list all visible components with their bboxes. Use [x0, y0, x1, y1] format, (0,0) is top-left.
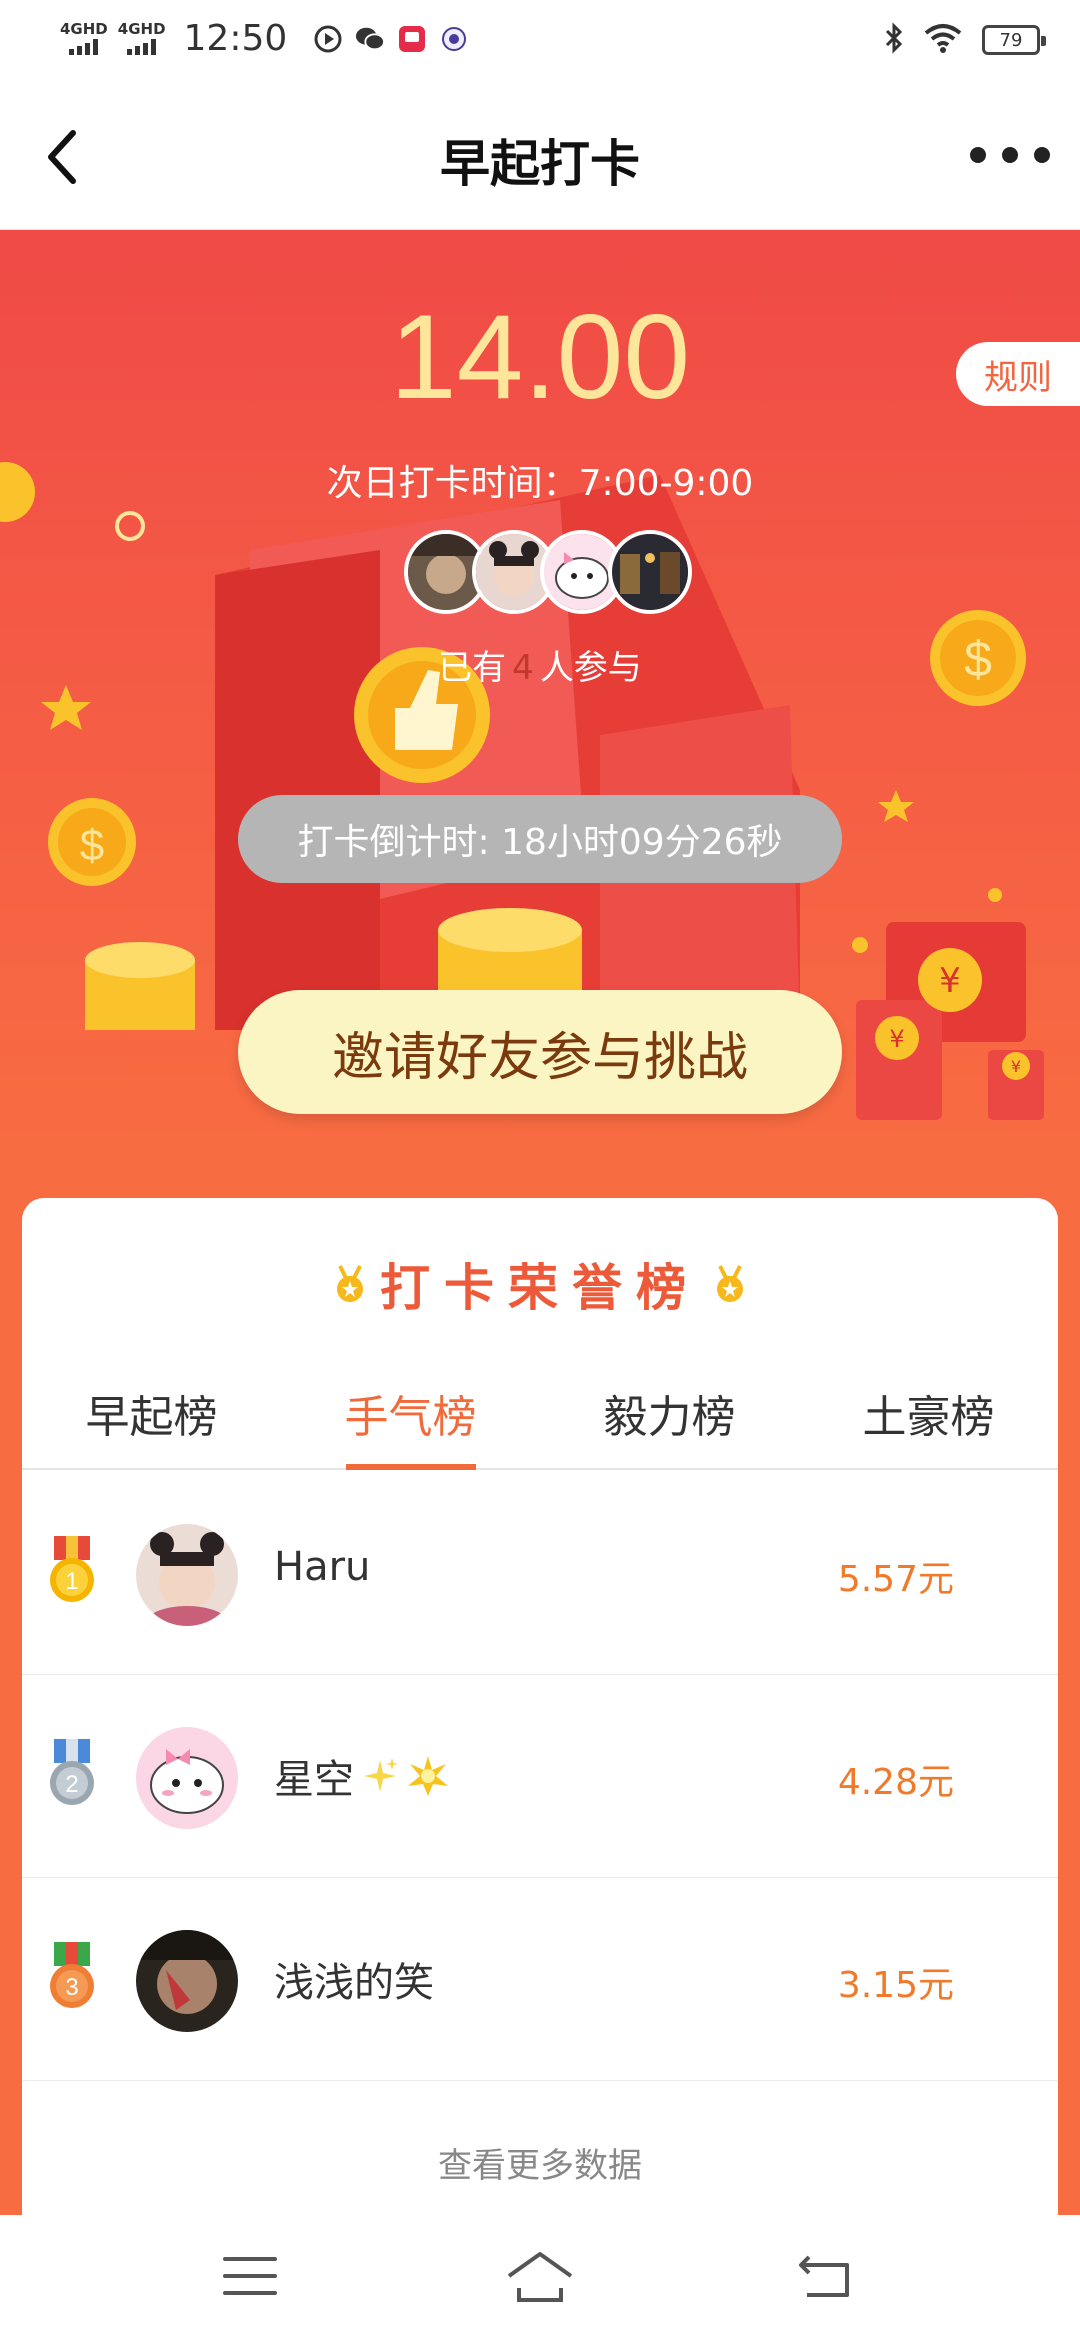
participants-count: 已有 4 人参与 [0, 640, 1080, 689]
rank-name: Haru [274, 1544, 370, 1590]
battery-level: 79 [999, 29, 1023, 51]
status-bar: 4GHD 4GHD 12:50 79 [0, 0, 1080, 84]
back-nav-button[interactable] [785, 2241, 865, 2311]
rank-amount: 4.28元 [837, 1762, 954, 1803]
rank-name-text: Haru [274, 1544, 371, 1590]
prize-amount: 14.00 [389, 290, 691, 424]
page-title: 早起打卡 [440, 135, 640, 193]
rules-button[interactable]: 规则 [956, 342, 1080, 406]
silver-medal-icon: 2 [46, 1739, 98, 1815]
signal-label: 4GHD [117, 20, 166, 38]
rank-name: 星空 [274, 1747, 450, 1805]
app-icon [397, 24, 427, 54]
leaderboard-tabs: 早起榜 手气榜 毅力榜 土豪榜 [22, 1358, 1058, 1470]
svg-text:¥: ¥ [1011, 1057, 1021, 1076]
gold-medal-icon: 1 [46, 1536, 98, 1612]
star-burst-icon [408, 1756, 448, 1796]
next-checkin-time: 次日打卡时间：7:00-9:00 [326, 463, 754, 504]
rank-name: 浅浅的笑 [274, 1950, 434, 2008]
medal-icon [717, 1265, 743, 1302]
home-button[interactable] [500, 2241, 580, 2311]
hero-banner: $ $ ¥ ¥ ¥ 14.00 规则 次日打卡时间：7:00-9:00 已有 4… [0, 230, 1080, 1150]
status-left: 4GHD 4GHD 12:50 [60, 18, 469, 59]
system-nav-bar [0, 2215, 1080, 2340]
honor-title: 打卡荣誉榜 [22, 1248, 1058, 1320]
more-dot [1002, 147, 1018, 163]
tab-early[interactable]: 早起榜 [22, 1358, 281, 1468]
nav-bar: 早起打卡 [0, 84, 1080, 230]
table-row[interactable]: 2 星空 4.28元 [22, 1675, 1058, 1878]
svg-text:¥: ¥ [889, 1025, 904, 1053]
status-time: 12:50 [183, 18, 288, 59]
table-row[interactable]: 3 浅浅的笑 3.15元 [22, 1878, 1058, 2081]
bronze-medal-icon: 3 [46, 1942, 98, 2018]
participants-number: 4 [512, 648, 534, 688]
home-icon [507, 2252, 573, 2302]
participants-prefix: 已有 [438, 648, 507, 688]
wifi-icon [924, 23, 962, 57]
signal-icon: 4GHD [60, 22, 108, 55]
rank-list: 1 Haru 5.57元 2 星空 4.28元 3 浅浅的笑 3.15元 [22, 1472, 1058, 2081]
participants-suffix: 人参与 [539, 648, 642, 688]
svg-text:1: 1 [65, 1568, 78, 1595]
honor-board: 打卡荣誉榜 早起榜 手气榜 毅力榜 土豪榜 1 Haru 5.57元 2 星空 … [22, 1198, 1058, 2218]
avatar [136, 1524, 238, 1626]
medal-icon [337, 1265, 363, 1302]
status-right: 79 [884, 22, 1046, 58]
return-icon [799, 2255, 849, 2297]
tab-luck[interactable]: 手气榜 [281, 1358, 540, 1470]
avatar [608, 530, 692, 614]
svg-text:$: $ [80, 821, 104, 870]
signal-icon: 4GHD [118, 22, 166, 55]
view-more-link[interactable]: 查看更多数据 [22, 2138, 1058, 2187]
svg-text:3: 3 [65, 1974, 78, 2001]
svg-text:2: 2 [65, 1771, 78, 1798]
rank-name-text: 浅浅的笑 [274, 1960, 434, 2006]
rank-name-text: 星空 [274, 1757, 354, 1803]
honor-title-text: 打卡荣誉榜 [380, 1259, 700, 1317]
tab-persistence[interactable]: 毅力榜 [540, 1358, 799, 1468]
menu-icon [223, 2257, 277, 2295]
svg-text:¥: ¥ [939, 961, 961, 1001]
participant-avatars [404, 530, 692, 614]
app-icon [439, 24, 469, 54]
menu-button[interactable] [210, 2241, 290, 2311]
wechat-icon [355, 24, 386, 54]
more-button[interactable] [970, 130, 1050, 180]
battery-icon: 79 [982, 25, 1046, 55]
tab-rich[interactable]: 土豪榜 [799, 1358, 1058, 1468]
more-dot [970, 147, 986, 163]
signal-label: 4GHD [60, 20, 108, 38]
play-icon [313, 24, 343, 54]
more-dot [1034, 147, 1050, 163]
bluetooth-icon [884, 22, 904, 58]
avatar [136, 1727, 238, 1829]
invite-friends-button[interactable]: 邀请好友参与挑战 [238, 990, 842, 1114]
countdown-timer: 打卡倒计时: 18小时09分26秒 [238, 795, 842, 883]
table-row[interactable]: 1 Haru 5.57元 [22, 1472, 1058, 1675]
rank-amount: 5.57元 [837, 1559, 954, 1600]
avatar [136, 1930, 238, 2032]
sparkles-icon [364, 1758, 398, 1792]
rank-amount: 3.15元 [837, 1965, 954, 2006]
